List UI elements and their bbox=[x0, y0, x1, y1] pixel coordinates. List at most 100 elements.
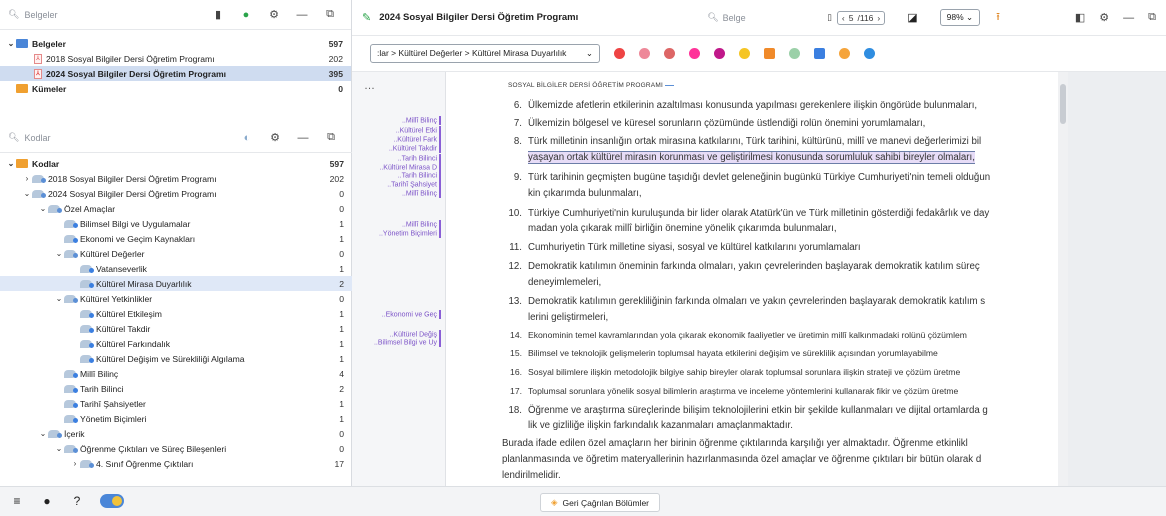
chevron-down-icon[interactable]: ⌄ bbox=[54, 294, 64, 303]
code-stripe-label[interactable]: ..Ekonomi ve Geç bbox=[382, 310, 441, 319]
document-search-input[interactable]: Belge bbox=[723, 13, 746, 23]
chevron-down-icon[interactable]: ⌄ bbox=[38, 429, 48, 438]
documents-search[interactable]: 🔍︎ Belgeler bbox=[8, 9, 211, 20]
document-tree-item[interactable]: ⅄ 2024 Sosyal Bilgiler Dersi Öğretim Prog… bbox=[0, 66, 351, 81]
maximize-icon[interactable]: ⧉ bbox=[1148, 11, 1156, 24]
in-vivo-icon[interactable] bbox=[764, 48, 775, 59]
code-tree-item[interactable]: ⌄ Kültürel Yetkinlikler 0 bbox=[0, 291, 352, 306]
layout-icon[interactable]: ◧ bbox=[1075, 11, 1085, 24]
edit-icon[interactable]: ✎ bbox=[362, 11, 371, 24]
code-tree-item[interactable]: › 4. Sınıf Öğrenme Çıktıları 17 bbox=[0, 456, 352, 471]
code-remove-icon[interactable] bbox=[664, 48, 675, 59]
chevron-down-icon[interactable]: ⌄ bbox=[6, 39, 16, 48]
document-tree-item[interactable]: Kümeler 0 bbox=[0, 81, 351, 96]
maximize-icon[interactable]: ⧉ bbox=[323, 8, 337, 22]
maximize-icon[interactable]: ⧉ bbox=[324, 131, 338, 145]
page-current[interactable]: 5 bbox=[849, 13, 854, 23]
document-line[interactable]: Burada ifade edilen özel amaçların her b… bbox=[502, 436, 1058, 451]
code-stripe-label[interactable]: ..Millî Bilinç bbox=[402, 220, 441, 229]
code-tree-item[interactable]: ⌄ Özel Amaçlar 0 bbox=[0, 201, 352, 216]
document-line[interactable]: 6. Ülkemizde afetlerin etkilerinin azaltı… bbox=[508, 98, 1058, 113]
document-tree-item[interactable]: ⅄ 2018 Sosyal Bilgiler Dersi Öğretim Prog… bbox=[0, 51, 351, 66]
document-line[interactable]: 9. Türk tarihinin geçmişten bugüne taşıdı… bbox=[508, 170, 1058, 185]
code-tree-item[interactable]: Ekonomi ve Geçim Kaynakları 1 bbox=[0, 231, 352, 246]
chevron-down-icon[interactable]: ⌄ bbox=[6, 159, 16, 168]
chevron-down-icon[interactable]: ⌄ bbox=[38, 204, 48, 213]
chevron-down-icon[interactable]: ⌄ bbox=[54, 249, 64, 258]
code-tree-item[interactable]: Kültürel Etkileşim 1 bbox=[0, 306, 352, 321]
memo-icon[interactable] bbox=[839, 48, 850, 59]
code-stripe-label[interactable]: ..Tarihî Şahsiyet bbox=[387, 180, 441, 189]
code-breadcrumb-select[interactable]: :lar > Kültürel Değerler > Kültürel Mira… bbox=[370, 44, 600, 63]
document-line[interactable]: 12. Demokratik katılımın öneminin farkınd… bbox=[508, 259, 1058, 274]
code-marker-icon[interactable] bbox=[614, 48, 625, 59]
prev-page-button[interactable]: ‹ bbox=[842, 13, 845, 23]
code-tree-item[interactable]: ⌄ 2024 Sosyal Bilgiler Dersi Öğretim Prog… bbox=[0, 186, 352, 201]
bookmark-icon[interactable]: ▯ bbox=[827, 12, 832, 23]
document-line[interactable]: lendirilmelidir. bbox=[502, 468, 1058, 483]
code-tree-item[interactable]: ⌄ İçerik 0 bbox=[0, 426, 352, 441]
minimize-icon[interactable]: — bbox=[296, 131, 310, 145]
code-tree-item[interactable]: ⌄ Kültürel Değerler 0 bbox=[0, 246, 352, 261]
code-stripe-label[interactable]: ..Kültürel Takdir bbox=[389, 144, 441, 153]
code-add-icon[interactable] bbox=[639, 48, 650, 59]
code-stripe-label[interactable]: ..Kültürel Fark bbox=[393, 135, 441, 144]
monitor-icon[interactable] bbox=[814, 48, 825, 59]
mode-toggle[interactable] bbox=[100, 494, 124, 508]
document-line[interactable]: madan yola çıkarak millî birliğin önemin… bbox=[508, 221, 1058, 236]
code-stripe-label[interactable]: ..Tarih Bilinci bbox=[398, 171, 441, 180]
new-code-icon[interactable]: ◐ bbox=[240, 131, 254, 145]
code-link-icon[interactable] bbox=[789, 48, 800, 59]
code-tree-item[interactable]: Yönetim Biçimleri 1 bbox=[0, 411, 352, 426]
gear-icon[interactable]: ⚙ bbox=[267, 8, 281, 22]
highlighter-icon[interactable] bbox=[714, 48, 725, 59]
document-line[interactable]: lerini geliştirmeleri, bbox=[508, 310, 1058, 325]
chevron-down-icon[interactable]: ⌄ bbox=[54, 444, 64, 453]
code-tree-item[interactable]: Kültürel Değişim ve Sürekliliği Algılama… bbox=[0, 351, 352, 366]
code-tree-item[interactable]: › 2018 Sosyal Bilgiler Dersi Öğretim Prog… bbox=[0, 171, 352, 186]
code-tree-item[interactable]: Tarihî Şahsiyetler 1 bbox=[0, 396, 352, 411]
document-tree-item[interactable]: ⌄ Belgeler 597 bbox=[0, 36, 351, 51]
document-line[interactable]: 13. Demokratik katılımın gerekliliğinin f… bbox=[508, 294, 1058, 309]
document-search[interactable]: 🔍︎ Belge bbox=[707, 12, 797, 23]
codes-search-input[interactable]: Kodlar bbox=[24, 133, 50, 143]
document-line[interactable]: 16. Sosyal bilimlere ilişkin metodolojik … bbox=[508, 365, 1058, 380]
documents-search-input[interactable]: Belgeler bbox=[24, 10, 57, 20]
scrollbar-thumb[interactable] bbox=[1060, 84, 1066, 124]
code-tree-item[interactable]: Kültürel Mirasa Duyarlılık 2 bbox=[0, 276, 352, 291]
document-line[interactable]: 14. Ekonominin temel kavramlarından yola … bbox=[508, 328, 1058, 343]
document-scrollbar[interactable] bbox=[1058, 72, 1068, 486]
minimize-icon[interactable]: — bbox=[1123, 12, 1134, 24]
minimize-icon[interactable]: — bbox=[295, 8, 309, 22]
code-tree-item[interactable]: Bilimsel Bilgi ve Uygulamalar 1 bbox=[0, 216, 352, 231]
gear-icon[interactable]: ⚙ bbox=[268, 131, 282, 145]
code-stripe-label[interactable]: ..Tarih Bilinci bbox=[398, 154, 441, 163]
add-memo-icon[interactable] bbox=[864, 48, 875, 59]
retrieved-segments-button[interactable]: ◈ Geri Çağrılan Bölümler bbox=[540, 493, 660, 512]
emoji-code-icon[interactable] bbox=[739, 48, 750, 59]
code-tree-item[interactable]: Vatanseverlik 1 bbox=[0, 261, 352, 276]
next-page-button[interactable]: › bbox=[877, 13, 880, 23]
coded-segment[interactable]: yaşayan ortak kültürel mirasın korunması… bbox=[528, 151, 975, 164]
document-line[interactable]: 17. Toplumsal sorunlara yönelik sosyal bi… bbox=[508, 384, 1058, 399]
add-icon[interactable]: ● bbox=[239, 8, 253, 22]
document-line[interactable]: planlanmasında ve öğretim materyallerini… bbox=[502, 452, 1058, 467]
document-line[interactable]: 15. Bilimsel ve teknolojik gelişmelerin t… bbox=[508, 346, 1058, 361]
document-line[interactable]: deneyimlemeleri, bbox=[508, 275, 1058, 290]
gear-icon[interactable]: ⚙ bbox=[1099, 11, 1109, 24]
chevron-right-icon[interactable]: › bbox=[70, 459, 80, 468]
export-icon[interactable]: ⭱ bbox=[996, 8, 1000, 27]
document-line[interactable]: lik ve gizliliğe ilişkin farkındalık kaz… bbox=[508, 418, 1058, 433]
code-tree-item[interactable]: Tarih Bilinci 2 bbox=[0, 381, 352, 396]
chat-icon[interactable]: ● bbox=[40, 494, 54, 508]
code-stripe-label[interactable]: ..Bilimsel Bilgi ve Uy bbox=[374, 338, 441, 347]
document-line[interactable]: 10. Türkiye Cumhuriyeti'nin kuruluşunda b… bbox=[508, 206, 1058, 221]
document-line[interactable]: 18. Öğrenme ve araştırma süreçlerinde bil… bbox=[508, 403, 1058, 418]
code-tree-item[interactable]: ⌄ Öğrenme Çıktıları ve Süreç Bileşenleri 0 bbox=[0, 441, 352, 456]
help-icon[interactable]: ? bbox=[70, 494, 84, 508]
code-tree-item[interactable]: ⌄ Kodlar 597 bbox=[0, 156, 352, 171]
document-line[interactable]: 11. Cumhuriyetin Türk milletine siyasi, s… bbox=[508, 240, 1058, 255]
chevron-down-icon[interactable]: ⌄ bbox=[22, 189, 32, 198]
code-stripe-label[interactable]: ..Millî Bilinç bbox=[402, 189, 441, 198]
paint-icon[interactable]: ◪ bbox=[907, 11, 917, 24]
